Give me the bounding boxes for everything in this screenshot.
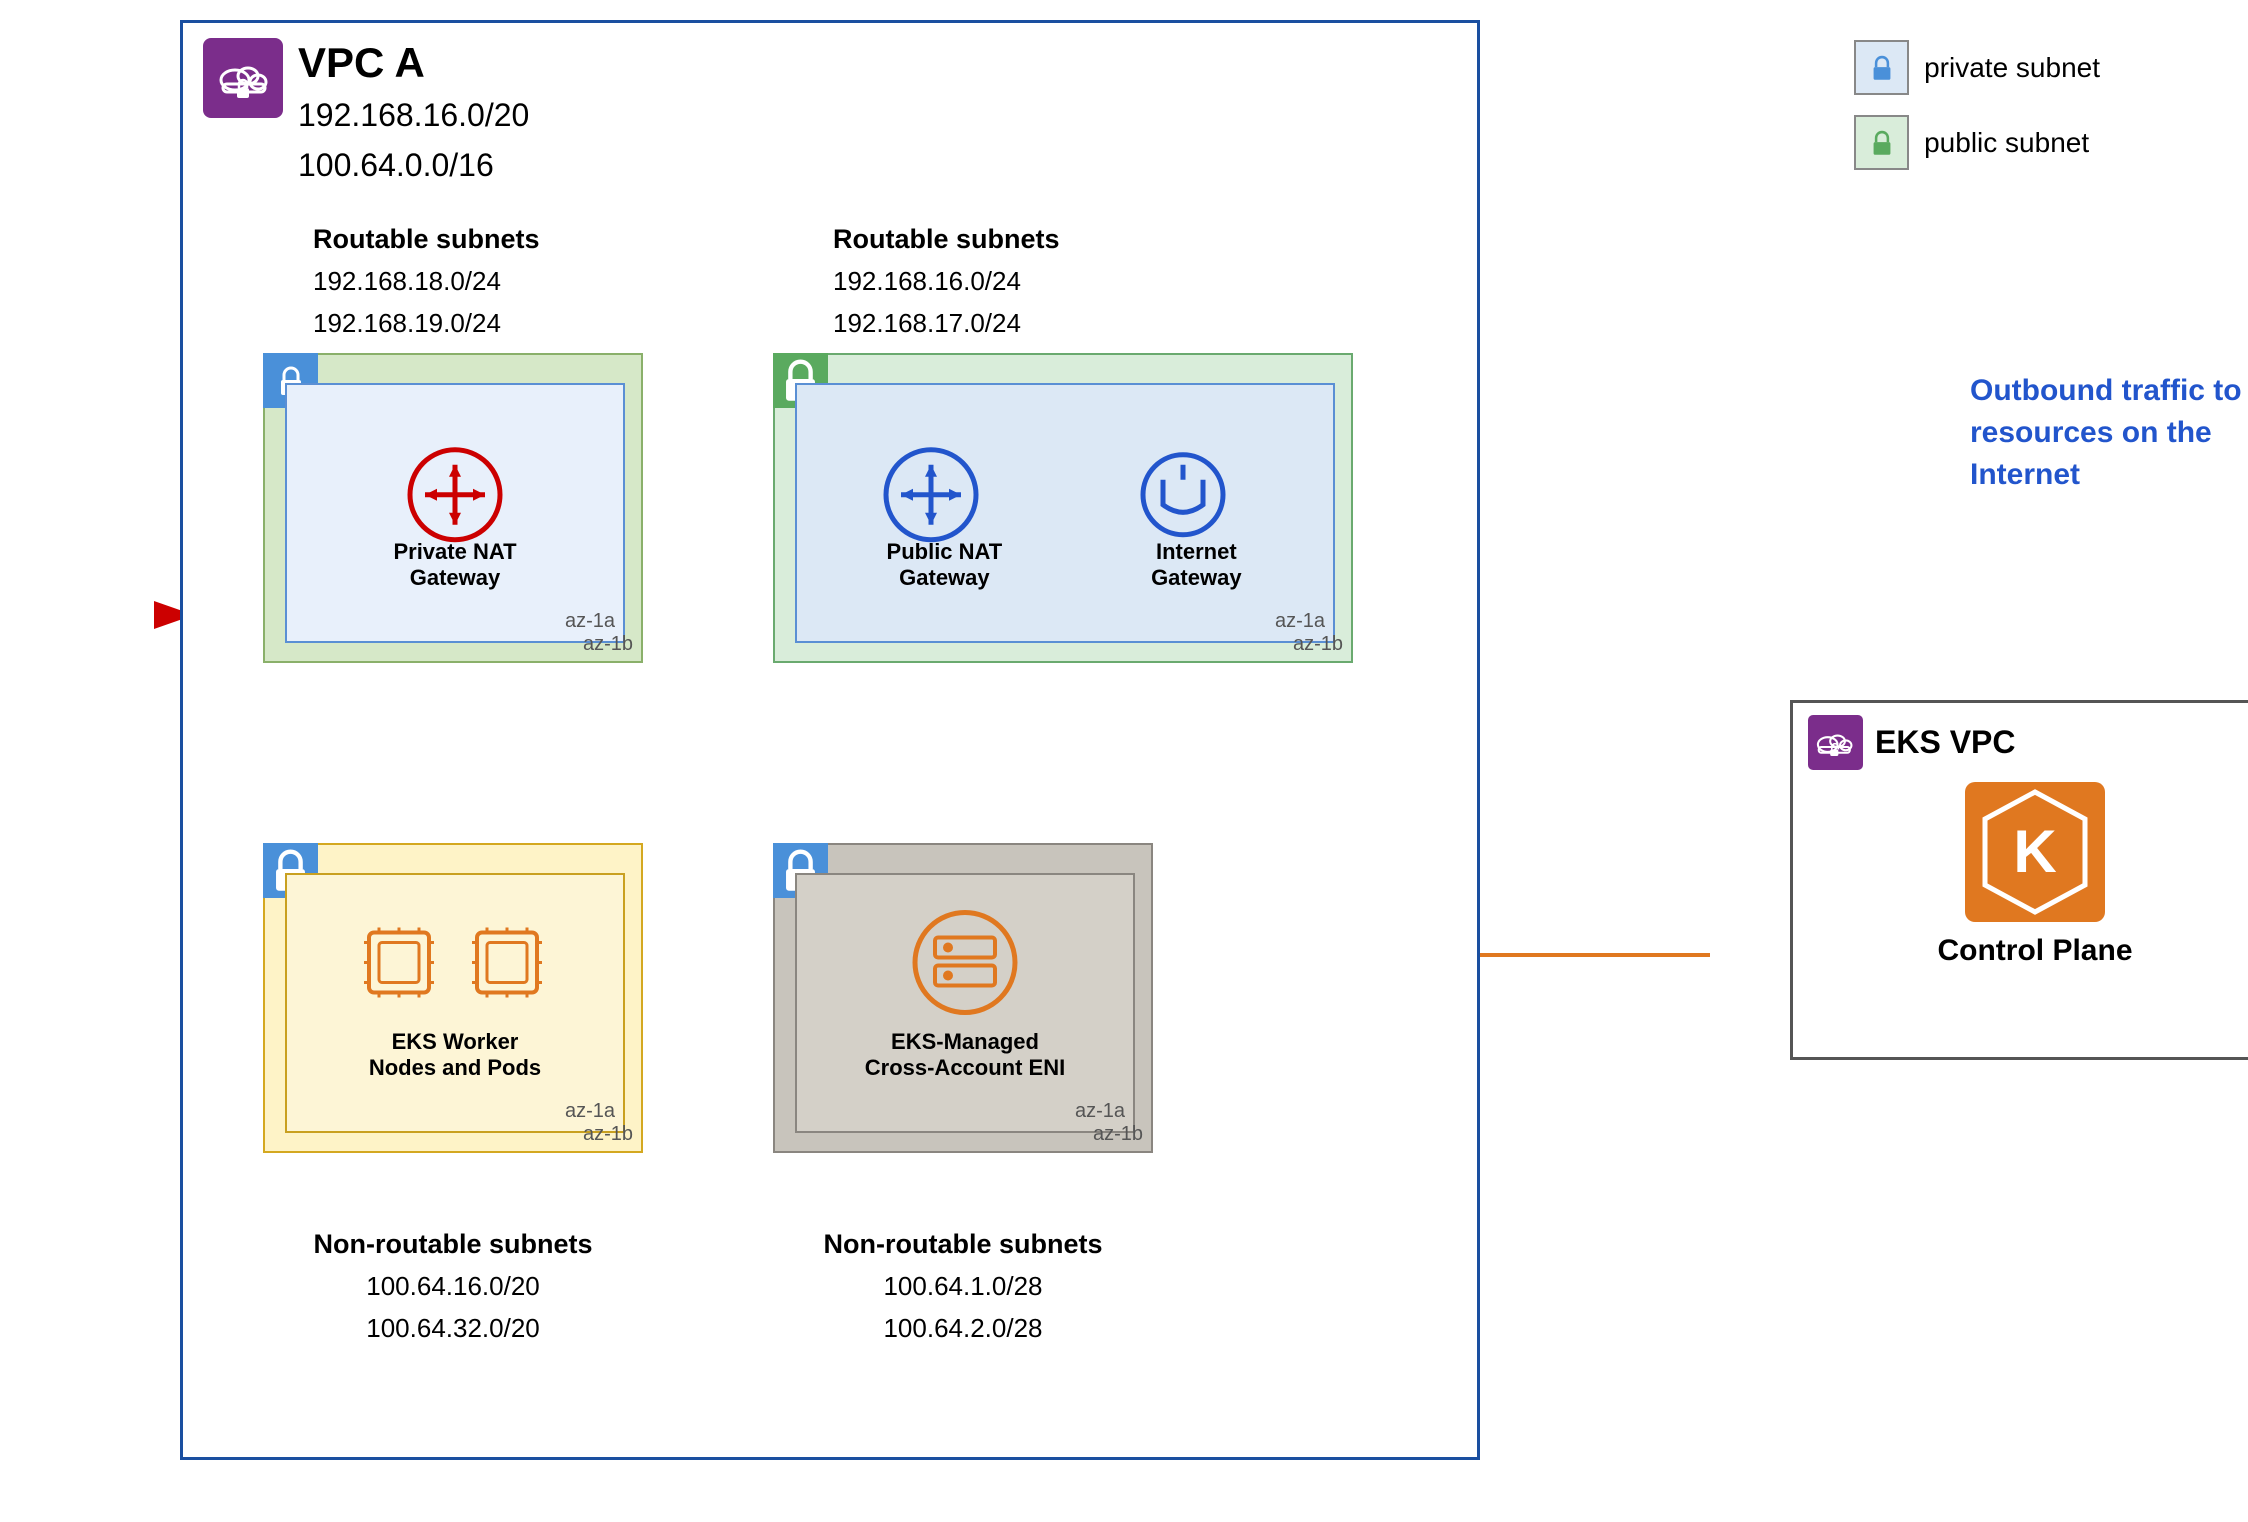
legend-public-box (1854, 115, 1909, 170)
nonroutable-left-cidr2: 100.64.32.0/20 (263, 1308, 643, 1350)
private-nat-outer: Private NATGateway az-1a az-1b (263, 353, 643, 663)
internet-gw-label: InternetGateway (1076, 539, 1317, 591)
eks-cross-az1: az-1a (1075, 1100, 1125, 1123)
vpc-a-title-block: VPC A 192.168.16.0/20 100.64.0.0/16 (298, 38, 529, 188)
public-nat-inner: Public NATGateway InternetGateway az-1a (795, 383, 1335, 643)
eks-vpc-box: EKS VPC K Control Plane (1790, 700, 2248, 1060)
legend-public-label: public subnet (1924, 127, 2089, 159)
eks-worker-az2: az-1b (583, 1123, 633, 1146)
routable-subnets-left: Routable subnets 192.168.18.0/24 192.168… (313, 218, 540, 344)
routable-right-heading: Routable subnets (833, 218, 1060, 261)
routable-right-cidr2: 192.168.17.0/24 (833, 303, 1060, 345)
internet-gw-icon (1133, 445, 1233, 550)
control-plane-label: Control Plane (1793, 934, 2248, 968)
main-container: VPC A 192.168.16.0/20 100.64.0.0/16 Rout… (180, 20, 1740, 1500)
eks-worker-inner: EKS WorkerNodes and Pods az-1a (285, 873, 625, 1133)
nonroutable-left-cidr1: 100.64.16.0/20 (263, 1266, 643, 1308)
eks-cross-inner: EKS-ManagedCross-Account ENI az-1a (795, 873, 1135, 1133)
nonroutable-subnets-right: Non-routable subnets 100.64.1.0/28 100.6… (773, 1223, 1153, 1349)
routable-subnets-right: Routable subnets 192.168.16.0/24 192.168… (833, 218, 1060, 344)
legend-private-box (1854, 40, 1909, 95)
routable-left-cidr1: 192.168.18.0/24 (313, 261, 540, 303)
eks-worker-outer: EKS WorkerNodes and Pods az-1a az-1b (263, 843, 643, 1153)
private-nat-az1: az-1a (565, 610, 615, 633)
legend: private subnet public subnet (1854, 40, 2100, 170)
legend-private: private subnet (1854, 40, 2100, 95)
public-nat-az2: az-1b (1293, 633, 1343, 656)
eks-vpc-title: EKS VPC (1875, 724, 2015, 761)
eks-cross-outer: EKS-ManagedCross-Account ENI az-1a az-1b (773, 843, 1153, 1153)
public-nat-outer: Public NATGateway InternetGateway az-1a … (773, 353, 1353, 663)
routable-left-cidr2: 192.168.19.0/24 (313, 303, 540, 345)
nonroutable-subnets-left: Non-routable subnets 100.64.16.0/20 100.… (263, 1223, 643, 1349)
public-nat-icon (881, 445, 981, 550)
vpc-a-cidr2: 100.64.0.0/16 (298, 143, 529, 188)
outbound-traffic-right: Outbound traffic to resources on the Int… (1970, 370, 2248, 496)
routable-right-cidr1: 192.168.16.0/24 (833, 261, 1060, 303)
nonroutable-right-heading: Non-routable subnets (773, 1223, 1153, 1266)
eks-chip-2 (462, 917, 552, 1012)
vpc-a-header: VPC A 192.168.16.0/20 100.64.0.0/16 (203, 38, 529, 188)
eks-cross-az2: az-1b (1093, 1123, 1143, 1146)
eks-chip-1 (354, 917, 444, 1012)
eks-vpc-header: EKS VPC (1793, 703, 2248, 782)
nonroutable-right-cidr1: 100.64.1.0/28 (773, 1266, 1153, 1308)
vpc-a-cidr1: 192.168.16.0/20 (298, 93, 529, 138)
private-nat-az2: az-1b (583, 633, 633, 656)
svg-text:K: K (2013, 818, 2056, 885)
control-plane-icon: K (1965, 782, 2105, 922)
private-nat-icon (405, 445, 505, 550)
private-nat-label: Private NATGateway (287, 539, 623, 591)
vpc-a-icon (203, 38, 283, 118)
nonroutable-left-heading: Non-routable subnets (263, 1223, 643, 1266)
routable-left-heading: Routable subnets (313, 218, 540, 261)
public-nat-label: Public NATGateway (824, 539, 1065, 591)
eks-cross-label: EKS-ManagedCross-Account ENI (797, 1029, 1133, 1081)
eks-worker-az1: az-1a (565, 1100, 615, 1123)
public-nat-az1: az-1a (1275, 610, 1325, 633)
nonroutable-right-cidr2: 100.64.2.0/28 (773, 1308, 1153, 1350)
eks-worker-label: EKS WorkerNodes and Pods (287, 1029, 623, 1081)
legend-private-label: private subnet (1924, 52, 2100, 84)
legend-public: public subnet (1854, 115, 2100, 170)
eks-vpc-icon (1808, 715, 1863, 770)
eks-eni-icon (910, 907, 1020, 1022)
vpc-a-box: VPC A 192.168.16.0/20 100.64.0.0/16 Rout… (180, 20, 1480, 1460)
vpc-a-title: VPC A (298, 38, 529, 88)
